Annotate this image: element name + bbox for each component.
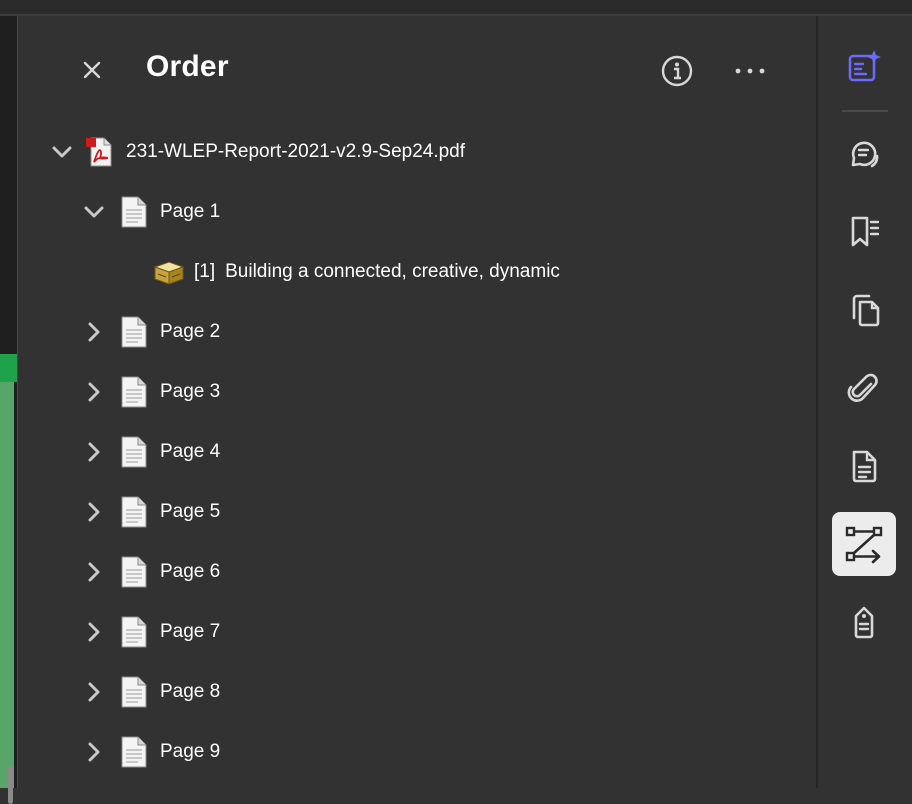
page-label: Page 1 (160, 201, 221, 222)
page-icon (121, 196, 147, 228)
page-icon (121, 556, 147, 588)
chevron-right-icon[interactable] (82, 320, 106, 344)
tree-page-row[interactable]: Page 4 (82, 432, 220, 472)
pdf-file-icon (86, 137, 112, 167)
ai-assistant-button[interactable] (832, 34, 896, 98)
chevron-right-icon[interactable] (82, 500, 106, 524)
page-label: Page 8 (160, 681, 221, 702)
content-tag-number: [1] (194, 261, 216, 282)
page-icon (121, 676, 147, 708)
chevron-right-icon[interactable] (82, 380, 106, 404)
file-name: 231-WLEP-Report-2021-v2.9-Sep24.pdf (126, 141, 466, 162)
vertical-scrollbar[interactable] (8, 766, 13, 804)
page-icon (121, 616, 147, 648)
page-icon (121, 496, 147, 528)
document-properties-button[interactable] (832, 434, 896, 498)
page-thumbnails-button[interactable] (832, 278, 896, 342)
page-label: Page 2 (160, 321, 221, 342)
info-icon (661, 55, 693, 87)
order-panel: Order 231-WLEP-Report-2021-v2.9-Sep24.pd… (18, 16, 816, 788)
right-toolbar (818, 16, 912, 788)
chevron-down-icon[interactable] (82, 200, 106, 224)
page-label: Page 9 (160, 741, 221, 762)
page-thumbnails-icon (852, 294, 880, 327)
close-panel-button[interactable] (76, 54, 108, 86)
bookmarks-button[interactable] (832, 200, 896, 264)
tree-page-row[interactable]: Page 3 (82, 372, 220, 412)
top-bar (0, 0, 912, 14)
more-options-button[interactable] (730, 52, 770, 90)
panel-title: Order (146, 50, 229, 83)
page-icon (121, 436, 147, 468)
tree-page-row[interactable]: Page 2 (82, 312, 220, 352)
tree-page-row[interactable]: Page 8 (82, 672, 220, 712)
tree-page-row[interactable]: Page 6 (82, 552, 220, 592)
close-icon (83, 61, 101, 79)
page-label: Page 7 (160, 621, 221, 642)
page-label: Page 5 (160, 501, 221, 522)
document-page-band (0, 354, 17, 382)
comment-icon (851, 141, 879, 168)
document-page-edge (0, 382, 14, 788)
tags-button[interactable] (832, 590, 896, 654)
tree-file-row[interactable]: 231-WLEP-Report-2021-v2.9-Sep24.pdf (50, 132, 465, 172)
reading-order-button[interactable] (832, 512, 896, 576)
bookmarks-icon (851, 216, 880, 247)
page-label: Page 3 (160, 381, 221, 402)
toolbar-separator (842, 110, 888, 112)
page-label: Page 4 (160, 441, 221, 462)
page-icon (121, 376, 147, 408)
chevron-right-icon[interactable] (82, 740, 106, 764)
chevron-right-icon[interactable] (82, 680, 106, 704)
chevron-right-icon[interactable] (82, 560, 106, 584)
document-canvas-edge (0, 16, 17, 804)
page-icon (121, 316, 147, 348)
tags-icon (854, 606, 874, 639)
tree-page-row[interactable]: Page 5 (82, 492, 220, 532)
document-properties-icon (852, 450, 877, 483)
content-label: Building a connected, creative, dynamic (225, 261, 560, 282)
content-container-icon (153, 261, 185, 285)
chevron-right-icon[interactable] (82, 440, 106, 464)
attachments-icon (847, 373, 878, 402)
tree-page-row[interactable]: Page 9 (82, 732, 220, 772)
more-options-icon (735, 68, 765, 74)
reading-order-icon (845, 526, 883, 564)
chevron-right-icon[interactable] (82, 620, 106, 644)
comment-button[interactable] (832, 122, 896, 186)
attachments-button[interactable] (832, 356, 896, 420)
info-button[interactable] (658, 52, 696, 90)
page-icon (121, 736, 147, 768)
tree-page-row[interactable]: Page 7 (82, 612, 220, 652)
tree-content-row[interactable]: [1] Building a connected, creative, dyna… (152, 252, 560, 292)
ai-assistant-icon (848, 50, 881, 82)
chevron-down-icon[interactable] (50, 140, 74, 164)
tree-page-row[interactable]: Page 1 (82, 192, 220, 232)
page-label: Page 6 (160, 561, 221, 582)
